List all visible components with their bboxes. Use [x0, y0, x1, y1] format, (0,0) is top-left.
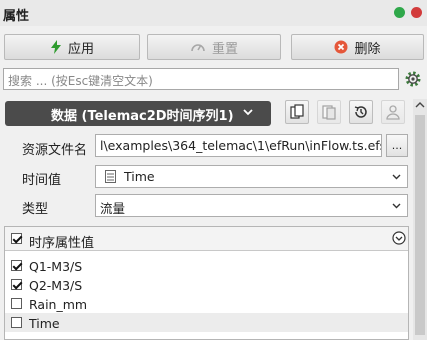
row-label: Rain_mm	[29, 297, 88, 312]
time-select[interactable]: Time	[95, 165, 408, 188]
apply-label: 应用	[67, 41, 94, 57]
time-value: Time	[124, 169, 155, 184]
paste-icon	[322, 105, 336, 120]
browse-button[interactable]: ...	[386, 134, 408, 157]
user-icon	[386, 105, 400, 120]
file-path-field[interactable]: l\examples\364_telemac\1\efRun\inFlow.ts…	[95, 134, 382, 157]
delete-icon	[334, 40, 348, 54]
reset-button[interactable]: 重置	[147, 34, 281, 60]
attribute-grid: 时序属性值 Q1-M3/S Q2-M3/S Rain_mm Time	[4, 226, 409, 340]
scrollbar-thumb[interactable]	[415, 115, 425, 335]
file-label: 资源文件名	[22, 143, 88, 158]
maximize-dot-icon[interactable]	[394, 7, 405, 18]
copy-icon	[290, 104, 304, 119]
dataset-label: 数据 (Telemac2D时间序列1)	[51, 109, 234, 124]
gauge-icon	[191, 44, 205, 52]
type-select[interactable]: 流量	[95, 194, 408, 217]
row-checkbox[interactable]	[11, 298, 22, 309]
type-label: 类型	[22, 202, 49, 217]
table-row[interactable]: Rain_mm	[5, 294, 408, 313]
panel-titlebar: 属性	[0, 0, 427, 26]
delete-button[interactable]: 删除	[291, 34, 424, 60]
panel-title: 属性	[3, 9, 30, 24]
search-input[interactable]: 搜索 ... (按Esc键清空文本)	[3, 68, 399, 90]
row-label: Q2-M3/S	[29, 278, 83, 293]
close-dot-icon[interactable]	[411, 7, 422, 18]
table-row[interactable]: Q1-M3/S	[5, 256, 408, 275]
grid-header-label: 时序属性值	[29, 236, 95, 251]
vertical-scrollbar[interactable]	[413, 99, 427, 340]
row-checkbox[interactable]	[11, 279, 22, 290]
row-label: Q1-M3/S	[29, 259, 83, 274]
table-row[interactable]: Q2-M3/S	[5, 275, 408, 294]
chevron-down-icon	[392, 174, 401, 180]
copy-button[interactable]	[285, 100, 309, 124]
lightning-icon	[50, 40, 61, 54]
settings-button[interactable]	[402, 68, 424, 90]
table-row[interactable]: Time	[5, 313, 408, 332]
paste-button[interactable]	[317, 100, 341, 124]
column-menu-icon[interactable]	[392, 231, 406, 245]
history-icon	[354, 106, 367, 118]
time-label: 时间值	[22, 173, 62, 188]
chevron-down-icon	[392, 203, 401, 209]
row-label: Time	[29, 316, 60, 331]
document-icon	[105, 170, 116, 183]
type-value: 流量	[100, 201, 126, 216]
grid-header: 时序属性值	[5, 227, 408, 251]
row-checkbox[interactable]	[11, 260, 22, 271]
apply-button[interactable]: 应用	[4, 34, 140, 60]
delete-label: 删除	[354, 41, 381, 57]
history-button[interactable]	[349, 100, 373, 124]
header-checkbox[interactable]	[11, 233, 22, 244]
row-checkbox[interactable]	[11, 317, 22, 328]
dataset-selector[interactable]: 数据 (Telemac2D时间序列1)	[5, 101, 271, 126]
scroll-up-icon[interactable]	[415, 101, 425, 109]
chevron-down-icon	[243, 109, 253, 116]
user-button[interactable]	[381, 100, 405, 124]
reset-label: 重置	[211, 41, 238, 57]
gear-icon	[405, 71, 421, 87]
